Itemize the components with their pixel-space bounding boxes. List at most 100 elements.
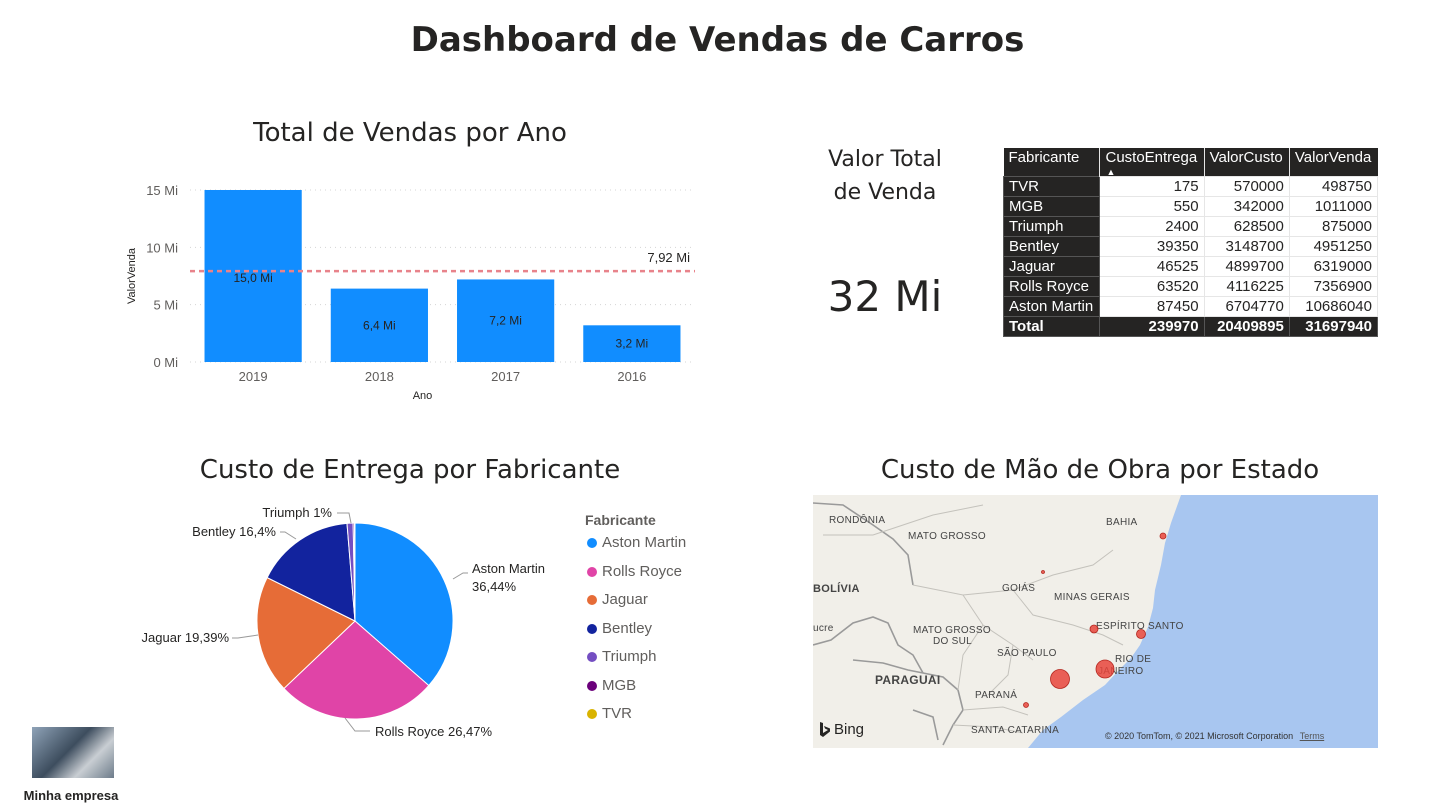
y-tick-label: 0 Mi bbox=[153, 355, 178, 370]
company-name: Minha empresa bbox=[23, 788, 119, 803]
bing-icon bbox=[820, 721, 830, 737]
x-tick-label: 2016 bbox=[617, 369, 646, 384]
pie-label-aston-martin: Aston Martin bbox=[472, 561, 545, 576]
table-cell-fabricante: TVR bbox=[1002, 176, 1101, 197]
table-row[interactable]: MGB 550 342000 1011000 bbox=[1002, 196, 1379, 217]
table-cell-fabricante: Jaguar bbox=[1002, 256, 1101, 277]
legend-marker-icon bbox=[587, 623, 597, 634]
legend-marker-icon bbox=[587, 680, 597, 691]
legend-item[interactable]: Jaguar bbox=[585, 591, 686, 620]
map-attribution: © 2020 TomTom, © 2021 Microsoft Corporat… bbox=[1105, 731, 1324, 741]
kpi-card-value: 32 Mi bbox=[827, 272, 943, 321]
table-cell-value: 2400 bbox=[1099, 216, 1205, 237]
table-cell-value: 39350 bbox=[1099, 236, 1205, 257]
legend-label: Rolls Royce bbox=[602, 562, 683, 580]
table-cell-value: 46525 bbox=[1099, 256, 1205, 277]
map-bubble[interactable] bbox=[1159, 532, 1167, 540]
bar-data-label: 15,0 Mi bbox=[233, 271, 272, 285]
table-cell-fabricante: Bentley bbox=[1002, 236, 1101, 257]
legend-item[interactable]: Bentley bbox=[585, 620, 686, 649]
terms-link[interactable]: Terms bbox=[1300, 731, 1325, 741]
legend-item[interactable]: MGB bbox=[585, 677, 686, 706]
table-cell-value: 6704770 bbox=[1203, 296, 1290, 317]
column-header-valorcusto[interactable]: ValorCusto bbox=[1203, 148, 1290, 177]
sort-ascending-icon: ▲ bbox=[1106, 167, 1116, 177]
table-row[interactable]: Rolls Royce 63520 4116225 7356900 bbox=[1002, 276, 1379, 297]
legend-item[interactable]: Triumph bbox=[585, 648, 686, 677]
table-row[interactable]: Jaguar 46525 4899700 6319000 bbox=[1002, 256, 1379, 277]
pie-label-jaguar: Jaguar 19,39% bbox=[142, 630, 230, 645]
table-cell-value: 3148700 bbox=[1203, 236, 1290, 257]
legend-label: TVR bbox=[602, 705, 632, 722]
column-header-valorvenda[interactable]: ValorVenda bbox=[1288, 148, 1378, 177]
legend-marker-icon bbox=[587, 652, 597, 662]
pie-leader-line bbox=[337, 512, 352, 524]
y-tick-label: 5 Mi bbox=[153, 298, 178, 313]
dashboard-title: Dashboard de Vendas de Carros bbox=[410, 20, 1025, 60]
kpi-card-label: Valor Total de Venda bbox=[790, 143, 980, 209]
column-header-fabricante[interactable]: Fabricante bbox=[1003, 148, 1100, 177]
x-axis-title: Ano bbox=[413, 390, 433, 402]
bing-label: Bing bbox=[834, 721, 865, 738]
table-cell-value: 7356900 bbox=[1288, 276, 1379, 297]
table-cell-value: 875000 bbox=[1288, 216, 1379, 237]
kpi-label-line1: Valor Total bbox=[828, 147, 942, 172]
map-bubble[interactable] bbox=[1095, 659, 1115, 679]
map-bubble[interactable] bbox=[1041, 570, 1045, 574]
x-tick-label: 2017 bbox=[491, 369, 520, 384]
map-bubbles bbox=[1023, 532, 1167, 708]
map-bubble[interactable] bbox=[1023, 702, 1029, 708]
map-bubble[interactable] bbox=[1050, 669, 1070, 689]
table-cell-value: 498750 bbox=[1288, 176, 1379, 197]
pie-label-aston-martin-percent: 36,44% bbox=[472, 579, 517, 594]
table-cell-value: 4951250 bbox=[1288, 236, 1379, 257]
pie-legend: Fabricante Aston Martin Rolls Royce Jaguar… bbox=[585, 512, 686, 734]
legend-item[interactable]: TVR bbox=[585, 705, 686, 734]
pie-label-bentley: Bentley 16,4% bbox=[192, 524, 276, 539]
y-tick-label: 10 Mi bbox=[146, 240, 178, 255]
table-row[interactable]: TVR 175 570000 498750 bbox=[1002, 176, 1379, 197]
pie-leader-line bbox=[344, 717, 370, 732]
legend-item[interactable]: Rolls Royce bbox=[585, 563, 686, 592]
table-cell-fabricante: Rolls Royce bbox=[1002, 276, 1101, 297]
pie-label-triumph: Triumph 1% bbox=[262, 505, 332, 520]
table-cell-fabricante: Aston Martin bbox=[1002, 296, 1101, 317]
company-logo-image bbox=[32, 727, 114, 778]
table-cell-value: 10686040 bbox=[1288, 296, 1379, 317]
attribution-text: © 2020 TomTom, © 2021 Microsoft Corporat… bbox=[1105, 731, 1294, 741]
table-cell-value: 342000 bbox=[1203, 196, 1290, 217]
sales-table[interactable]: Fabricante CustoEntrega ▲ ValorCusto Valo… bbox=[1002, 148, 1379, 337]
table-header-row: Fabricante CustoEntrega ▲ ValorCusto Valo… bbox=[1003, 148, 1378, 177]
legend-label: Aston Martin bbox=[602, 534, 687, 551]
legend-label: Bentley bbox=[602, 619, 653, 637]
column-header-custoentrega[interactable]: CustoEntrega ▲ bbox=[1099, 148, 1205, 177]
total-value: 31697940 bbox=[1288, 316, 1379, 337]
table-cell-fabricante: Triumph bbox=[1002, 216, 1101, 237]
bar-chart[interactable]: 0 Mi 5 Mi 10 Mi 15 Mi 2019 15,0 Mi 2018 6,4 Mi 2… bbox=[110, 170, 710, 410]
map-visual[interactable]: RONDÔNIA MATO GROSSO BAHIA BOLÍVIA GOIÁS… bbox=[813, 495, 1378, 748]
bar-data-label: 3,2 Mi bbox=[616, 337, 649, 351]
kpi-label-line2: de Venda bbox=[833, 180, 937, 205]
legend-marker-icon bbox=[587, 595, 597, 605]
map-bubble[interactable] bbox=[1136, 629, 1146, 639]
table-row[interactable]: Aston Martin 87450 6704770 10686040 bbox=[1002, 296, 1379, 317]
legend-label: Triumph bbox=[602, 648, 657, 665]
bar-data-label: 7,2 Mi bbox=[489, 314, 522, 328]
pie-leader-line bbox=[232, 634, 259, 639]
legend-item[interactable]: Aston Martin bbox=[585, 534, 686, 563]
bar-chart-title: Total de Vendas por Ano bbox=[253, 118, 567, 148]
table-row[interactable]: Triumph 2400 628500 875000 bbox=[1002, 216, 1379, 237]
x-tick-label: 2018 bbox=[365, 369, 394, 384]
legend-marker-icon bbox=[587, 538, 597, 548]
bar-data-label: 6,4 Mi bbox=[363, 318, 396, 332]
legend-marker-icon bbox=[587, 709, 597, 719]
table-total-row: Total 239970 20409895 31697940 bbox=[1002, 316, 1379, 337]
table-cell-value: 550 bbox=[1099, 196, 1205, 217]
legend-label: Jaguar bbox=[602, 591, 648, 608]
x-tick-label: 2019 bbox=[239, 369, 268, 384]
pie-chart[interactable]: Aston Martin 36,44% Rolls Royce 26,47% Jagu… bbox=[120, 495, 580, 755]
table-cell-value: 175 bbox=[1099, 176, 1205, 197]
table-cell-value: 87450 bbox=[1099, 296, 1205, 317]
table-row[interactable]: Bentley 39350 3148700 4951250 bbox=[1002, 236, 1379, 257]
map-bubble[interactable] bbox=[1089, 624, 1099, 634]
